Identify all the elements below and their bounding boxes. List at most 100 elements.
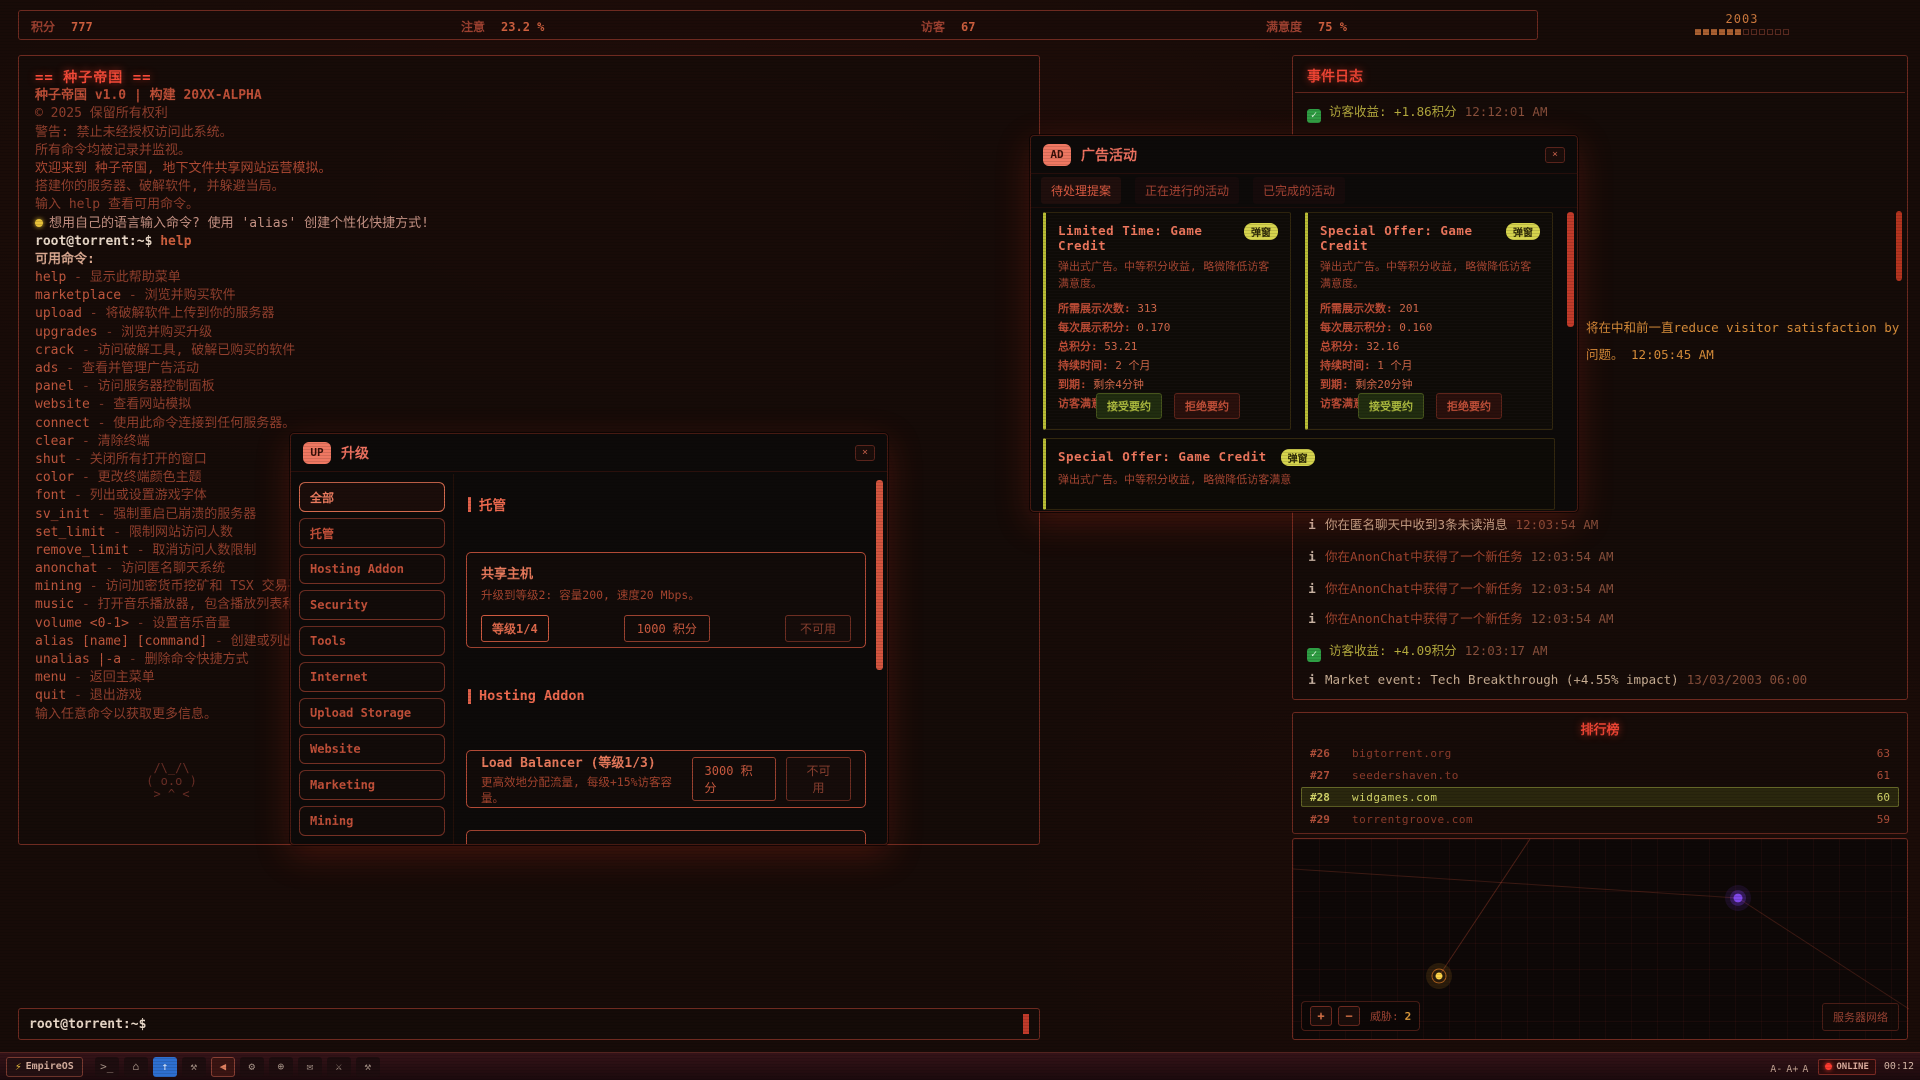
empireos-start-button[interactable]: ⚡ EmpireOS (6, 1057, 83, 1077)
terminal-input-bar[interactable]: root@torrent:~$ (18, 1008, 1040, 1040)
game-year: 2003 (1672, 12, 1812, 26)
font-size-button-aminus[interactable]: A- (1768, 1064, 1784, 1075)
tab-completed-campaigns[interactable]: 已完成的活动 (1253, 177, 1345, 204)
terminal-line: 搭建你的服务器、破解软件, 并躲避当局。 (35, 178, 1023, 196)
popup-tag-badge: 弹窗 (1281, 449, 1315, 466)
upgrade-category-marketing[interactable]: Marketing (299, 770, 445, 800)
tab-active-campaigns[interactable]: 正在进行的活动 (1135, 177, 1239, 204)
section-header-label: Hosting Addon (479, 688, 585, 704)
progress-square (1727, 29, 1733, 35)
terminal-line: 警告: 禁止未经授权访问此系统。 (35, 124, 1023, 142)
upgrade-category-全部[interactable]: 全部 (299, 482, 445, 512)
upgrade-category-security[interactable]: Security (299, 590, 445, 620)
progress-square (1775, 29, 1781, 35)
ad-offer-title: Special Offer: Game Credit (1320, 223, 1498, 253)
ad-offer-card: Limited Time: Game Credit 弹窗 弹出式广告。中等积分收… (1043, 212, 1291, 430)
server-node-purple (1725, 885, 1751, 911)
terminal-line: 种子帝国 v1.0 | 构建 20XX-ALPHA (35, 87, 1023, 105)
online-label: ONLINE (1836, 1062, 1869, 1072)
progress-square (1783, 29, 1789, 35)
font-size-button-aplus[interactable]: A+ (1784, 1064, 1800, 1075)
ad-stat-row: 总积分: 53.21 (1058, 338, 1278, 357)
close-icon[interactable]: × (1545, 147, 1565, 163)
terminal-line: 输入 help 查看可用命令。 (35, 196, 1023, 214)
leaderboard-row[interactable]: #29torrentgroove.com59 (1301, 809, 1899, 829)
info-icon: i (1307, 517, 1317, 532)
ad-stat-row: 每次展示积分: 0.170 (1058, 319, 1278, 338)
event-log-entry: ✓访客收益: +1.86积分12:12:01 AM (1307, 101, 1885, 123)
stat-value: 75 % (1318, 20, 1347, 34)
progress-square (1759, 29, 1765, 35)
upgrade-category-hosting-addon[interactable]: Hosting Addon (299, 554, 445, 584)
reject-offer-button[interactable]: 拒绝要约 (1174, 393, 1240, 419)
ad-offer-cards: Limited Time: Game Credit 弹窗 弹出式广告。中等积分收… (1043, 212, 1553, 430)
lightbulb-icon (35, 219, 43, 227)
command-help-line: marketplace - 浏览并购买软件 (35, 287, 1023, 305)
close-icon[interactable]: × (855, 445, 875, 461)
mining-icon[interactable]: ⚒ (356, 1057, 380, 1077)
reject-offer-button[interactable]: 拒绝要约 (1436, 393, 1502, 419)
info-icon: i (1307, 581, 1317, 596)
scrollbar-thumb[interactable] (1896, 211, 1902, 281)
upgrade-category-mining[interactable]: Mining (299, 806, 445, 836)
upgrade-card-title: 共享主机 (481, 563, 851, 582)
panel-gear-icon[interactable]: ⚙ (240, 1057, 264, 1077)
check-icon: ✓ (1307, 109, 1321, 123)
leaderboard-row[interactable]: #26bigtorrent.org63 (1301, 743, 1899, 763)
leaderboard-rows: #26bigtorrent.org63#27seedershaven.to61#… (1301, 743, 1899, 831)
crack-icon[interactable]: ⚒ (182, 1057, 206, 1077)
accept-offer-button[interactable]: 接受要约 (1358, 393, 1424, 419)
leaderboard-panel: 排行榜 #26bigtorrent.org63#27seedershaven.t… (1292, 712, 1908, 834)
server-network-button[interactable]: 服务器网络 (1822, 1003, 1899, 1031)
leaderboard-row[interactable]: #28widgames.com60 (1301, 787, 1899, 807)
progress-square (1735, 29, 1741, 35)
upgrade-category-internet[interactable]: Internet (299, 662, 445, 692)
taskbar-app-icons: >_⌂↑⚒◀⚙⊕✉⚔⚒ (95, 1057, 380, 1077)
ads-megaphone-icon[interactable]: ◀ (211, 1057, 235, 1077)
zoom-in-button[interactable]: + (1310, 1006, 1332, 1026)
stat-satisfaction: 满意度 75 % (1266, 18, 1347, 35)
ad-stat-row: 持续时间: 2 个月 (1058, 357, 1278, 376)
upgrade-category-website[interactable]: Website (299, 734, 445, 764)
stat-label: 注意 (461, 20, 485, 34)
online-status-badge: ONLINE (1818, 1059, 1876, 1075)
tools-icon[interactable]: ⚔ (327, 1057, 351, 1077)
game-date: 2003 (1672, 12, 1812, 35)
stat-value: 777 (71, 20, 93, 34)
event-log-entry: i你在匿名聊天中收到3条未读消息12:03:54 AM (1307, 514, 1885, 533)
website-globe-icon[interactable]: ⊕ (269, 1057, 293, 1077)
ads-scrollbar-thumb[interactable] (1567, 212, 1574, 327)
zoom-out-button[interactable]: − (1338, 1006, 1360, 1026)
upgrade-modal-title: 升级 (341, 443, 369, 463)
command-help-line: panel - 访问服务器控制面板 (35, 378, 1023, 396)
tab-pending-offers[interactable]: 待处理提案 (1041, 177, 1121, 204)
upgrade-modal-header: UP 升级 × (291, 434, 887, 472)
upgrade-card-load-balancer: Load Balancer (等级1/3) 更高效地分配流量, 每级+15%访客… (466, 750, 866, 808)
chat-icon[interactable]: ✉ (298, 1057, 322, 1077)
ad-badge-icon: AD (1043, 144, 1071, 166)
marketplace-icon[interactable]: ⌂ (124, 1057, 148, 1077)
font-size-button-a[interactable]: A (1800, 1064, 1810, 1075)
terminal-line: 欢迎来到 种子帝国, 地下文件共享网站运营模拟。 (35, 160, 1023, 178)
leaderboard-row[interactable]: #27seedershaven.to61 (1301, 765, 1899, 785)
ad-stat-row: 每次展示积分: 0.160 (1320, 319, 1540, 338)
terminal-line: 可用命令: (35, 251, 1023, 269)
font-size-controls: A-A+A (1768, 1057, 1810, 1076)
ad-offer-description: 弹出式广告。中等积分收益, 略微降低访客满意度。 (1320, 259, 1540, 292)
unavailable-button[interactable]: 不可用 (786, 757, 851, 801)
map-controls: + − 威胁: 2 (1301, 1001, 1420, 1031)
upgrade-category-list: 全部托管 Hosting Addon Security Tools Internet Up… (299, 482, 451, 842)
upgrade-category-upload-storage[interactable]: Upload Storage (299, 698, 445, 728)
stat-label: 满意度 (1266, 20, 1302, 34)
upgrade-scrollbar-thumb[interactable] (876, 480, 883, 670)
upgrade-category-tools[interactable]: Tools (299, 626, 445, 656)
upgrade-category-托管[interactable]: 托管 (299, 518, 445, 548)
ad-offer-description: 弹出式广告。中等积分收益, 略微降低访客满意度。 (1058, 259, 1278, 292)
terminal-icon[interactable]: >_ (95, 1057, 119, 1077)
taskbar-right: A-A+A ONLINE 00:12 (1768, 1057, 1914, 1076)
upload-icon[interactable]: ↑ (153, 1057, 177, 1077)
event-log-scrollbar[interactable] (1896, 96, 1903, 691)
accept-offer-button[interactable]: 接受要约 (1096, 393, 1162, 419)
unavailable-button[interactable]: 不可用 (785, 615, 851, 642)
ads-modal: AD 广告活动 × 待处理提案 正在进行的活动 已完成的活动 Limited T… (1030, 135, 1578, 512)
